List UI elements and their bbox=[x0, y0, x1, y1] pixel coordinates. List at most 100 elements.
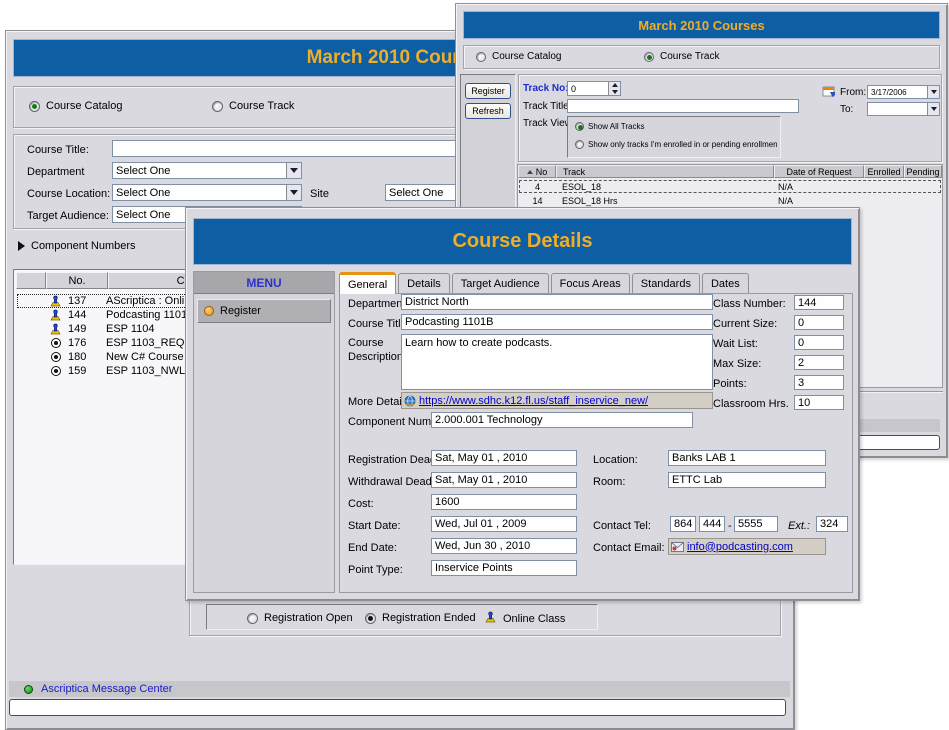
show-enrolled-tracks-radio[interactable]: Show only tracks I'm enrolled in or pend… bbox=[575, 140, 777, 149]
course-description-textarea[interactable]: Learn how to create podcasts. bbox=[401, 334, 713, 390]
more-details-linkbox: https://www.sdhc.k12.fl.us/staff_inservi… bbox=[401, 392, 713, 409]
refresh-button[interactable]: Refresh bbox=[465, 103, 511, 119]
tab-standards[interactable]: Standards bbox=[632, 273, 700, 294]
course-description-label: Course Description: bbox=[348, 336, 400, 364]
location-input[interactable]: Banks LAB 1 bbox=[668, 450, 826, 466]
expander-arrow-icon bbox=[18, 241, 25, 251]
from-date-select[interactable]: 3/17/2006 bbox=[867, 85, 940, 99]
contact-email-box: info@podcasting.com bbox=[668, 538, 826, 555]
menu-register-item[interactable]: Register bbox=[197, 299, 331, 323]
details-window-header: Course Details bbox=[193, 218, 852, 265]
ext-label: Ext.: bbox=[788, 520, 810, 532]
end-date-input[interactable]: Wed, Jun 30 , 2010 bbox=[431, 538, 577, 554]
start-date-input[interactable]: Wed, Jul 01 , 2009 bbox=[431, 516, 577, 532]
more-details-link[interactable]: https://www.sdhc.k12.fl.us/staff_inservi… bbox=[419, 395, 648, 407]
ext-input[interactable]: 324 bbox=[816, 516, 848, 532]
details-tabs: General Details Target Audience Focus Ar… bbox=[339, 272, 751, 294]
track-no-label: Track No: bbox=[523, 83, 569, 94]
component-number-input[interactable]: 2.000.001 Technology bbox=[431, 412, 693, 428]
course-title-input[interactable]: Podcasting 1101B bbox=[401, 314, 713, 330]
table-header-track[interactable]: Track bbox=[556, 165, 774, 178]
withdrawal-deadline-input[interactable]: Sat, May 01 , 2010 bbox=[431, 472, 577, 488]
key-online-class: Online Class bbox=[484, 611, 565, 627]
course-row-title: ESP 1103_REQ A bbox=[106, 337, 194, 349]
chevron-down-icon[interactable] bbox=[286, 163, 301, 178]
track-row[interactable]: 14 ESOL_18 Hrs N/A bbox=[519, 194, 941, 207]
chevron-down-icon[interactable] bbox=[286, 185, 301, 200]
tel-area-input[interactable]: 864 bbox=[670, 516, 696, 532]
classroom-hrs-label: Classroom Hrs. bbox=[713, 398, 789, 410]
course-track-radio[interactable]: Course Track bbox=[644, 51, 719, 62]
points-input[interactable]: 3 bbox=[794, 375, 844, 390]
register-button[interactable]: Register bbox=[465, 83, 511, 99]
registration-ended-icon bbox=[48, 366, 63, 376]
class-number-input[interactable]: 144 bbox=[794, 295, 844, 310]
classroom-hrs-input[interactable]: 10 bbox=[794, 395, 844, 410]
contact-email-link[interactable]: info@podcasting.com bbox=[687, 541, 793, 553]
track-title-label: Track Title: bbox=[523, 101, 572, 112]
tab-focus-areas[interactable]: Focus Areas bbox=[551, 273, 630, 294]
course-row-title: ESP 1103_NWL_ bbox=[106, 365, 191, 377]
from-label: From: bbox=[840, 87, 866, 98]
menu-title-bar: MENU bbox=[194, 272, 334, 294]
list-header-no[interactable]: No. bbox=[46, 272, 108, 289]
course-track-radio[interactable]: Course Track bbox=[212, 100, 294, 112]
department-input[interactable]: District North bbox=[401, 294, 713, 310]
location-label: Location: bbox=[593, 454, 638, 466]
cost-input[interactable]: 1600 bbox=[431, 494, 577, 510]
key-registration-open: Registration Open bbox=[247, 612, 353, 624]
message-center-bar: Ascriptica Message Center bbox=[9, 681, 790, 697]
course-location-select[interactable]: Select One bbox=[112, 184, 302, 201]
track-filter-group: Track No: 0 Track Title: Track View: Sho… bbox=[518, 74, 942, 162]
radio-dot-icon bbox=[365, 613, 376, 624]
mail-icon bbox=[671, 542, 684, 552]
message-center-input[interactable] bbox=[9, 699, 786, 716]
to-label: To: bbox=[840, 104, 853, 115]
calendar-icon bbox=[822, 84, 836, 101]
component-numbers-expander[interactable]: Component Numbers bbox=[18, 240, 136, 252]
spinner-arrows-icon[interactable] bbox=[608, 82, 620, 95]
track-window-header: March 2010 Courses bbox=[463, 11, 940, 39]
track-title-input[interactable] bbox=[567, 99, 799, 113]
current-size-label: Current Size: bbox=[713, 318, 777, 330]
room-input[interactable]: ETTC Lab bbox=[668, 472, 826, 488]
max-size-label: Max Size: bbox=[713, 358, 761, 370]
tel-line-input[interactable]: 5555 bbox=[734, 516, 778, 532]
track-no-spinner[interactable]: 0 bbox=[567, 81, 621, 96]
room-label: Room: bbox=[593, 476, 625, 488]
target-audience-label: Target Audience: bbox=[27, 210, 109, 222]
list-header-icon-col[interactable] bbox=[16, 272, 46, 289]
department-select[interactable]: Select One bbox=[112, 162, 302, 179]
tab-general[interactable]: General bbox=[339, 272, 396, 294]
cost-label: Cost: bbox=[348, 498, 374, 510]
points-label: Points: bbox=[713, 378, 747, 390]
registration-ended-icon bbox=[48, 352, 63, 362]
tab-target-audience[interactable]: Target Audience bbox=[452, 273, 549, 294]
sort-asc-icon bbox=[527, 170, 533, 174]
table-header-pending[interactable]: Pending bbox=[904, 165, 942, 178]
registration-deadline-input[interactable]: Sat, May 01 , 2010 bbox=[431, 450, 577, 466]
table-header-no[interactable]: No bbox=[518, 165, 556, 178]
chevron-down-icon[interactable] bbox=[927, 86, 939, 98]
max-size-input[interactable]: 2 bbox=[794, 355, 844, 370]
tel-separator: - bbox=[728, 520, 732, 532]
radio-unselected-icon bbox=[212, 101, 223, 112]
tab-dates[interactable]: Dates bbox=[702, 273, 749, 294]
course-catalog-radio[interactable]: Course Catalog bbox=[476, 51, 561, 62]
point-type-input[interactable]: Inservice Points bbox=[431, 560, 577, 576]
course-row-title: Podcasting 1101B bbox=[106, 309, 194, 321]
tab-details[interactable]: Details bbox=[398, 273, 450, 294]
wait-list-input[interactable]: 0 bbox=[794, 335, 844, 350]
current-size-input[interactable]: 0 bbox=[794, 315, 844, 330]
track-mode-group: Course Catalog Course Track bbox=[463, 45, 940, 69]
show-all-tracks-radio[interactable]: Show All Tracks bbox=[575, 122, 644, 131]
table-header-date[interactable]: Date of Request bbox=[774, 165, 864, 178]
tel-prefix-input[interactable]: 444 bbox=[699, 516, 725, 532]
to-date-select[interactable] bbox=[867, 102, 940, 116]
chevron-down-icon[interactable] bbox=[927, 103, 939, 115]
contact-tel-label: Contact Tel: bbox=[593, 520, 651, 532]
track-row[interactable]: 4 ESOL_18 N/A bbox=[519, 180, 941, 193]
table-header-enrolled[interactable]: Enrolled bbox=[864, 165, 904, 178]
course-catalog-radio[interactable]: Course Catalog bbox=[29, 100, 122, 112]
department-label: Department bbox=[27, 166, 84, 178]
